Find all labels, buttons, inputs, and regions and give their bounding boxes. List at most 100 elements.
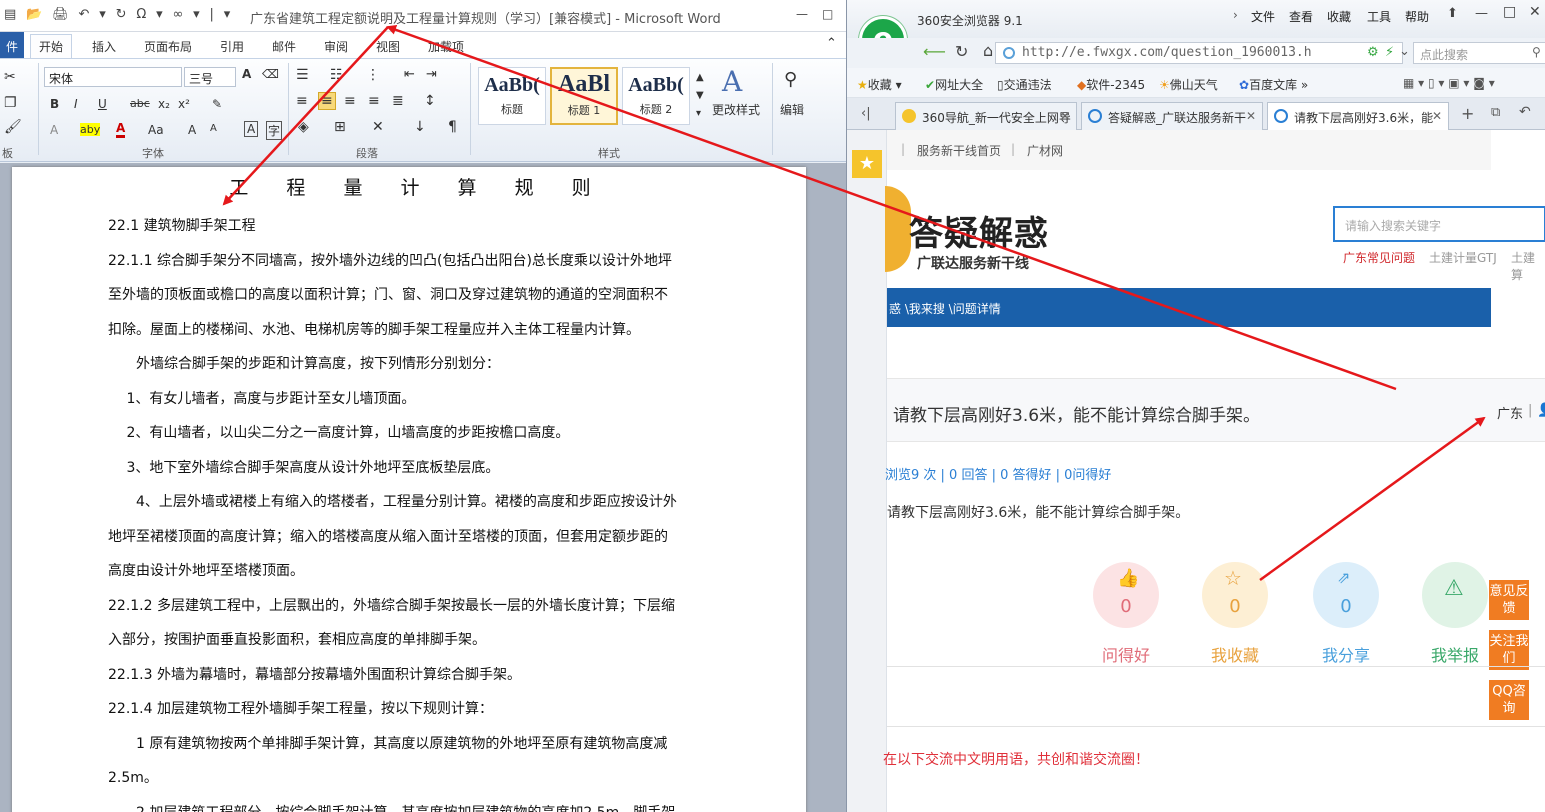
back-icon[interactable]: ⟵ xyxy=(923,42,946,61)
document-line[interactable]: 高度由设计外地坪至塔楼顶面。 xyxy=(108,554,758,589)
fav-favorites[interactable]: ★收藏 ▾ xyxy=(857,76,902,93)
url-input[interactable]: http://e.fwxgx.com/question_1960013.h xyxy=(995,42,1403,64)
search-input[interactable]: 点此搜索 ⚲ xyxy=(1413,42,1545,64)
bullets-icon[interactable]: ☰ xyxy=(296,67,309,83)
collapse-ribbon-icon[interactable]: ⌃ xyxy=(826,36,837,51)
hot-link-guangdong[interactable]: 广东常见问题 xyxy=(1343,249,1415,266)
align-left-button[interactable]: ≡ xyxy=(296,93,308,109)
maximize-button[interactable]: □ xyxy=(1503,4,1516,20)
redo-icon[interactable]: ↻ xyxy=(116,7,127,22)
enclose-char-button[interactable]: 字 xyxy=(266,121,283,140)
undo-dropdown-icon[interactable]: ▾ xyxy=(99,7,106,22)
link-dropdown-icon[interactable]: ▾ xyxy=(193,7,200,22)
breadcrumb-text[interactable]: 惑 \我来搜 \问题详情 xyxy=(889,302,1001,316)
close-tab-icon[interactable]: ✕ xyxy=(1060,109,1070,123)
multilevel-list-icon[interactable]: ⋮ xyxy=(366,67,380,83)
document-line[interactable]: 22.1.2 多层建筑工程中，上层飘出的，外墙综合脚手架按最长一层的外墙长度计算… xyxy=(108,589,758,624)
align-right-button[interactable]: ≡ xyxy=(344,93,356,109)
nav-link-materials[interactable]: 广材网 xyxy=(1027,142,1063,159)
grow-font-button[interactable]: A xyxy=(188,123,196,137)
home-icon[interactable]: ⌂ xyxy=(983,41,993,60)
menu-file[interactable]: 文件 xyxy=(1251,8,1275,25)
document-line[interactable]: 3、地下室外墙综合脚手架高度从设计外地坪至底板垫层底。 xyxy=(108,451,758,486)
phonetic-guide-icon[interactable]: ✎ xyxy=(212,97,222,111)
chevron-right-icon[interactable]: › xyxy=(1233,8,1238,22)
fav-traffic[interactable]: ▯交通违法 xyxy=(997,76,1052,93)
menu-view[interactable]: 查看 xyxy=(1289,8,1313,25)
tab-addins[interactable]: 加载项 xyxy=(428,38,464,55)
grow-font-icon[interactable]: A xyxy=(242,67,251,81)
tab-list-icon[interactable]: ⧉ xyxy=(1491,105,1500,120)
char-border-button[interactable]: A xyxy=(244,121,259,137)
customize-qat-icon[interactable]: ▾ xyxy=(224,7,231,22)
justify-button[interactable]: ≡ xyxy=(368,93,380,109)
document-line[interactable]: 外墙综合脚手架的步距和计算高度，按下列情形分别划分： xyxy=(108,347,758,382)
sidebar-favorites-star-icon[interactable]: ★ xyxy=(852,150,882,178)
menu-help[interactable]: 帮助 xyxy=(1405,8,1429,25)
document-line[interactable]: 22.1.4 加层建筑物工程外墙脚手架工程量，按以下规则计算： xyxy=(108,692,758,727)
nav-link-home[interactable]: 服务新干线首页 xyxy=(917,142,1001,159)
hot-link-tujian[interactable]: 土建算 xyxy=(1511,249,1545,283)
site-logo-title[interactable]: 答疑解惑 xyxy=(909,206,1049,255)
font-color-button[interactable]: A xyxy=(116,121,126,138)
change-styles-icon[interactable]: A xyxy=(722,65,742,98)
styles-scroll-icon[interactable]: ▲ ▼ ▾ xyxy=(696,69,704,123)
collect-label[interactable]: 我收藏 xyxy=(1195,642,1275,666)
report-button[interactable]: ⚠ xyxy=(1422,562,1488,628)
document-line[interactable]: 入部分，按围护面垂直投影面积，套相应高度的单排脚手架。 xyxy=(108,623,758,658)
document-line[interactable]: 4、上层外墙或裙楼上有缩入的塔楼者，工程量分别计算。裙楼的高度和步距应按设计外 xyxy=(108,485,758,520)
highlight-button[interactable]: aby xyxy=(80,123,101,136)
document-line[interactable]: 22.1 建筑物脚手架工程 xyxy=(108,209,758,244)
skin-icon[interactable]: ⬆ xyxy=(1447,6,1458,21)
show-marks-icon[interactable]: ¶ xyxy=(448,119,457,135)
change-case-button[interactable]: Aa xyxy=(148,123,164,137)
strikethrough-button[interactable]: abc xyxy=(130,97,150,110)
shading-icon[interactable]: ◈ xyxy=(298,119,309,135)
user-icon[interactable]: 👤 xyxy=(1537,403,1545,418)
search-icon[interactable]: ⚲ xyxy=(1532,45,1541,59)
maximize-button[interactable]: □ xyxy=(822,7,833,21)
fav-software[interactable]: ◆软件-2345 xyxy=(1077,76,1145,93)
ask-good-button[interactable]: 👍 0 xyxy=(1093,562,1159,628)
font-size-select[interactable]: 三号 xyxy=(184,67,236,87)
line-spacing-button[interactable]: ↕ xyxy=(424,93,436,109)
document-line[interactable]: 22.1.1 综合脚手架分不同墙高，按外墙外边线的凹凸(包括凸出阳台)总长度乘以… xyxy=(108,244,758,279)
editing-button[interactable]: 编辑 xyxy=(780,101,804,118)
symbol-icon[interactable]: Ω xyxy=(136,7,146,22)
clear-format-icon[interactable]: ⌫ xyxy=(262,67,279,81)
feedback-button[interactable]: 意见反馈 xyxy=(1489,580,1529,620)
minimize-button[interactable]: — xyxy=(1475,6,1488,21)
compat-mode-icon[interactable]: ⚙ xyxy=(1367,45,1379,60)
font-name-select[interactable]: 宋体 xyxy=(44,67,182,87)
undo-close-icon[interactable]: ↶ xyxy=(1519,104,1531,120)
document-body[interactable]: 工 程 量 计 算 规 则 22.1 建筑物脚手架工程 22.1.1 综合脚手架分… xyxy=(108,175,758,812)
sort-icon[interactable]: ↓ xyxy=(414,119,426,135)
link-icon[interactable]: ∞ xyxy=(172,7,183,22)
tab-file[interactable]: 件 xyxy=(0,32,24,58)
site-search-input[interactable]: 请输入搜索关键字 xyxy=(1333,206,1545,242)
share-label[interactable]: 我分享 xyxy=(1306,642,1386,666)
format-painter-icon[interactable]: 🖌 xyxy=(4,119,22,135)
cut-icon[interactable]: ✂ xyxy=(4,69,16,85)
browser-tab-dayi[interactable]: 答疑解惑_广联达服务新干 ✕ xyxy=(1081,102,1263,130)
document-line[interactable]: 1、有女儿墙者，高度与步距计至女儿墙顶面。 xyxy=(108,382,758,417)
underline-button[interactable]: U xyxy=(98,97,107,111)
tab-scroll-left-icon[interactable]: ‹| xyxy=(861,106,871,121)
borders-icon[interactable]: ⊞ xyxy=(334,119,346,135)
find-icon[interactable]: ⚲ xyxy=(784,69,797,90)
tab-page-layout[interactable]: 页面布局 xyxy=(144,38,192,55)
save-icon[interactable]: ▤ xyxy=(4,7,16,22)
italic-button[interactable]: I xyxy=(74,97,78,111)
document-page[interactable]: 工 程 量 计 算 规 则 22.1 建筑物脚手架工程 22.1.1 综合脚手架分… xyxy=(12,167,806,812)
document-line[interactable]: 地坪至裙楼顶面的高度计算；缩入的塔楼高度从缩入面计至塔楼的顶面，但套用定额步距的 xyxy=(108,520,758,555)
quick-access-toolbar[interactable]: ▤ 📂 🖨 ↶ ▾ ↻ Ω ▾ ∞ ▾ | ▾ xyxy=(4,7,236,22)
refresh-icon[interactable]: ↻ xyxy=(955,42,968,61)
numbering-icon[interactable]: ☷ xyxy=(330,67,343,83)
change-styles-button[interactable]: 更改样式 xyxy=(712,101,760,118)
style-heading-2[interactable]: AaBb(标题 2 xyxy=(622,67,690,125)
share-button[interactable]: ⇗ 0 xyxy=(1313,562,1379,628)
undo-icon[interactable]: ↶ xyxy=(78,7,89,22)
style-heading-1[interactable]: AaBl 标题 1 xyxy=(550,67,618,125)
hot-link-gtj[interactable]: 土建计量GTJ xyxy=(1429,249,1497,266)
browser-tab-360-nav[interactable]: 360导航_新一代安全上网导 ✕ xyxy=(895,102,1077,130)
